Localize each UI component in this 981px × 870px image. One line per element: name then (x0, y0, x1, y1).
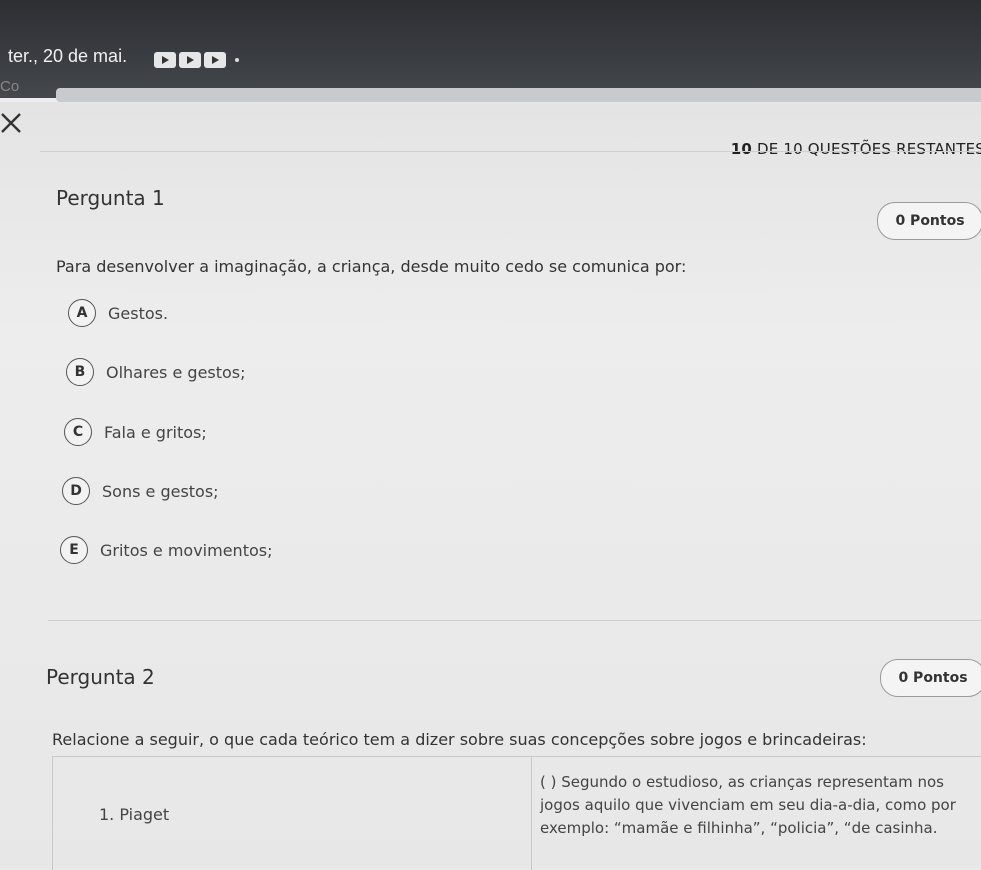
dot-icon (235, 58, 239, 62)
column-divider (531, 757, 532, 870)
theorist-item: 1. Piaget (99, 805, 170, 824)
option-label: Gritos e movimentos; (100, 540, 273, 560)
option-c[interactable]: C Fala e gritos; (64, 418, 207, 446)
option-e[interactable]: E Gritos e movimentos; (60, 536, 272, 564)
option-letter: B (66, 358, 94, 386)
option-b[interactable]: B Olhares e gestos; (66, 358, 246, 386)
quiz-content: 10 DE 10 QUESTÕES RESTANTES Pergunta 1 0… (0, 102, 981, 870)
option-label: Sons e gestos; (102, 481, 219, 501)
option-label: Fala e gritos; (104, 422, 207, 442)
matching-table: 1. Piaget ( ) Segundo o estudioso, as cr… (52, 756, 981, 870)
remaining-count: 10 (730, 140, 752, 158)
question-text: Para desenvolver a imaginação, a criança… (56, 257, 687, 276)
header-divider (40, 151, 981, 152)
question-title: Pergunta 2 (46, 665, 155, 689)
question-divider (48, 620, 981, 621)
tab-strip (56, 88, 981, 102)
remaining-label: DE 10 QUESTÕES RESTANTES (756, 140, 981, 158)
points-badge: 0 Pontos (880, 659, 981, 697)
question-title: Pergunta 1 (56, 186, 165, 210)
concept-item[interactable]: ( ) Segundo o estudioso, as crianças rep… (540, 771, 980, 840)
close-icon[interactable] (0, 110, 24, 134)
notification-icons (154, 52, 239, 68)
play-icon (179, 52, 201, 68)
play-icon (204, 52, 226, 68)
option-letter: A (68, 299, 96, 327)
tab-title[interactable]: Co (0, 78, 19, 95)
points-badge: 0 Pontos (877, 202, 981, 240)
option-d[interactable]: D Sons e gestos; (62, 477, 219, 505)
option-letter: C (64, 418, 92, 446)
option-letter: E (60, 536, 88, 564)
option-letter: D (62, 477, 90, 505)
option-label: Gestos. (108, 303, 169, 323)
question-text: Relacione a seguir, o que cada teórico t… (52, 730, 867, 749)
play-icon (154, 52, 176, 68)
option-a[interactable]: A Gestos. (68, 299, 168, 327)
status-date: ter., 20 de mai. (8, 46, 128, 66)
questions-remaining: 10 DE 10 QUESTÕES RESTANTES (731, 140, 981, 158)
status-bar: ter., 20 de mai. Co (0, 0, 981, 102)
option-label: Olhares e gestos; (106, 362, 246, 382)
